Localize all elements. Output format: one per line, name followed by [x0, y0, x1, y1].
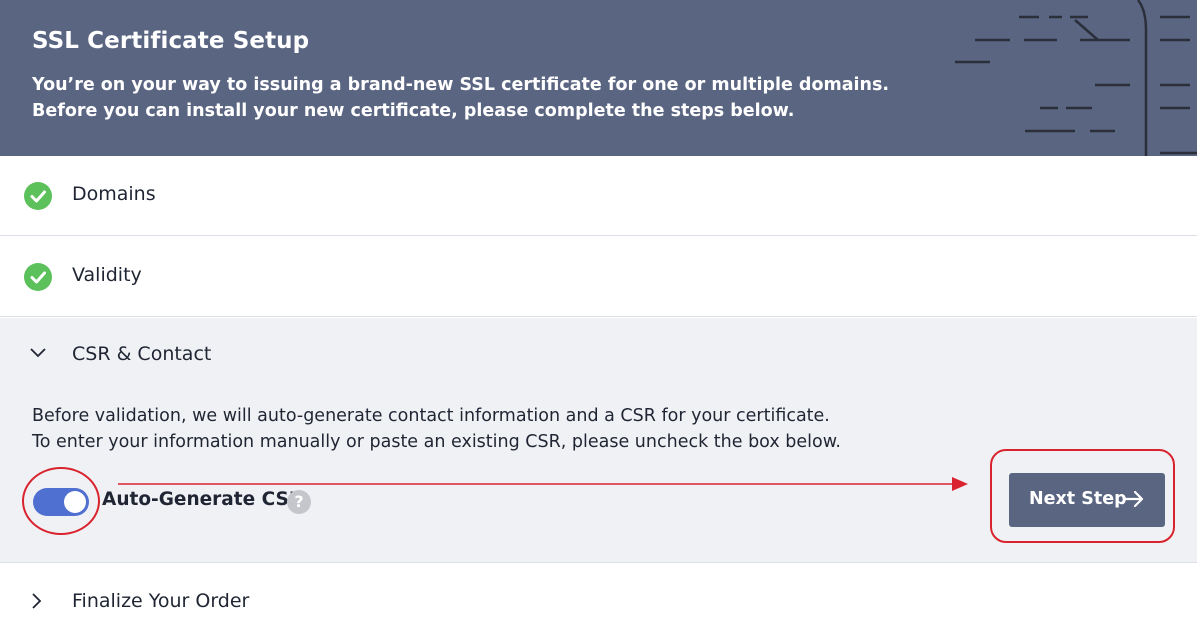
step-label-finalize-order: Finalize Your Order — [72, 590, 250, 612]
csr-description-line-1: Before validation, we will auto-generate… — [32, 406, 830, 426]
page-header: SSL Certificate Setup You’re on your way… — [0, 0, 1197, 156]
csr-description: Before validation, we will auto-generate… — [32, 403, 932, 455]
next-step-button-label: Next Step — [1029, 489, 1127, 509]
chevron-right-icon — [32, 593, 42, 609]
step-label-csr-contact: CSR & Contact — [72, 343, 212, 365]
check-circle-icon — [24, 263, 52, 291]
header-decoration — [955, 0, 1197, 156]
arrow-right-icon — [1123, 490, 1144, 508]
step-csr-contact-header[interactable]: CSR & Contact — [0, 318, 1197, 394]
help-icon[interactable]: ? — [287, 490, 311, 514]
step-finalize-order[interactable]: Finalize Your Order — [0, 563, 1197, 641]
step-csr-contact-panel: CSR & Contact Before validation, we will… — [0, 318, 1197, 563]
step-domains[interactable]: Domains — [0, 156, 1197, 236]
next-step-button[interactable]: Next Step — [1009, 473, 1165, 527]
check-circle-icon — [24, 182, 52, 210]
step-validity[interactable]: Validity — [0, 237, 1197, 317]
step-label-domains: Domains — [72, 183, 156, 205]
chevron-down-icon — [30, 348, 46, 358]
toggle-knob — [64, 491, 86, 513]
auto-generate-csr-label: Auto-Generate CSR — [102, 489, 304, 510]
csr-description-line-2: To enter your information manually or pa… — [32, 432, 841, 452]
auto-generate-csr-toggle[interactable] — [33, 488, 89, 516]
ssl-setup-page: SSL Certificate Setup You’re on your way… — [0, 0, 1197, 641]
step-label-validity: Validity — [72, 264, 142, 286]
